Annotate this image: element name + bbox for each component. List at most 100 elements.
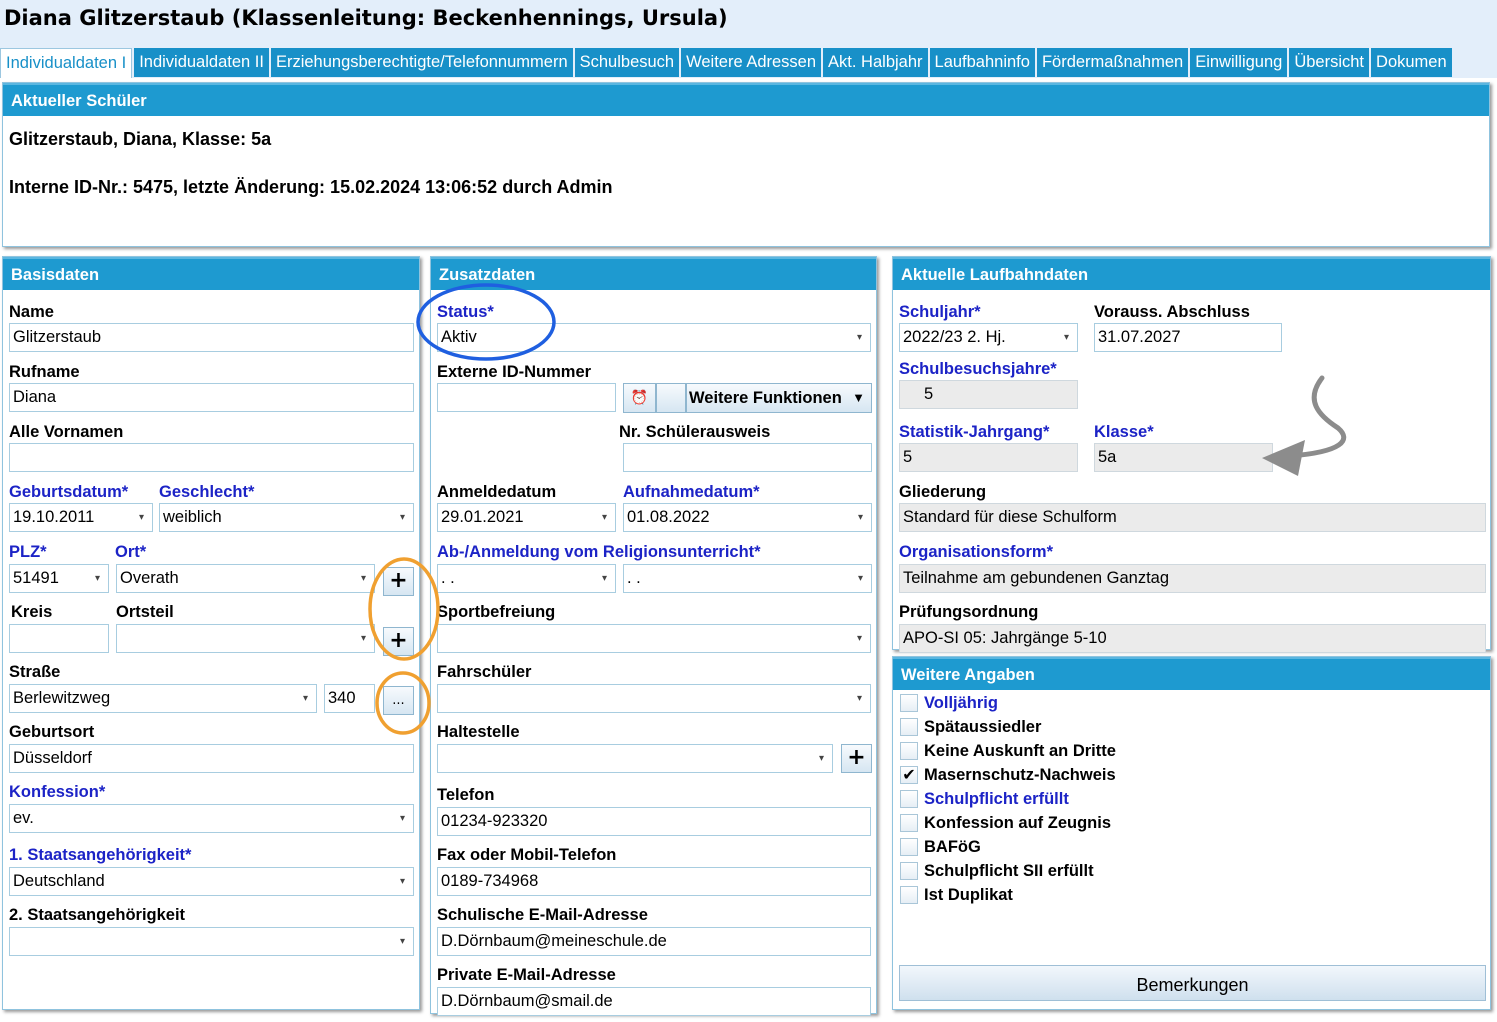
pruefungsordnung-label: Prüfungsordnung: [899, 603, 1039, 621]
staat2-select[interactable]: ▾: [9, 927, 414, 956]
chevron-down-icon[interactable]: ▾: [400, 504, 405, 531]
rufname-label: Rufname: [9, 363, 80, 381]
telefon-field[interactable]: 01234-923320: [437, 807, 871, 836]
schuljahr-select[interactable]: 2022/23 2. Hj. ▾: [899, 323, 1078, 352]
chevron-down-icon[interactable]: ▾: [857, 685, 862, 712]
spacer-button[interactable]: [656, 383, 686, 413]
strasse-select[interactable]: Berlewitzweg ▾: [9, 684, 317, 713]
kreis-field[interactable]: [9, 624, 109, 653]
schulmail-field[interactable]: D.Dörnbaum@meineschule.de: [437, 927, 871, 956]
status-value: Aktiv: [441, 328, 477, 346]
tab-einwilligung[interactable]: Einwilligung: [1190, 48, 1288, 77]
chevron-down-icon[interactable]: ▾: [139, 504, 144, 531]
add-ortsteil-button[interactable]: +: [383, 627, 414, 656]
address-more-button[interactable]: ...: [383, 686, 414, 715]
abschluss-field[interactable]: 31.07.2027: [1094, 323, 1282, 352]
plz-select[interactable]: 51491 ▾: [9, 564, 109, 593]
geschlecht-label: Geschlecht*: [159, 483, 255, 501]
ausweis-field[interactable]: [623, 443, 872, 472]
masernschutz-checkbox[interactable]: ✔: [900, 766, 918, 784]
duplikat-checkbox[interactable]: [900, 886, 918, 904]
geburtsdatum-picker[interactable]: 19.10.2011 ▾: [9, 503, 153, 532]
aufnahme-picker[interactable]: 01.08.2022 ▾: [623, 503, 872, 532]
tab-schulbesuch[interactable]: Schulbesuch: [574, 48, 680, 77]
tab-weitere-adressen[interactable]: Weitere Adressen: [681, 48, 822, 77]
geschlecht-select[interactable]: weiblich ▾: [159, 503, 414, 532]
chevron-down-icon[interactable]: ▾: [602, 565, 607, 592]
sport-label: Sportbefreiung: [437, 603, 556, 621]
panel-header: Zusatzdaten: [431, 257, 876, 290]
bemerkungen-button[interactable]: Bemerkungen: [899, 965, 1486, 1001]
rufname-field[interactable]: Diana: [9, 383, 414, 412]
chevron-down-icon[interactable]: ▾: [858, 565, 863, 592]
spaetaussiedler-checkbox[interactable]: [900, 718, 918, 736]
fax-label: Fax oder Mobil-Telefon: [437, 846, 617, 864]
konfession-zeugnis-checkbox[interactable]: [900, 814, 918, 832]
hausnr-field[interactable]: 340: [324, 684, 375, 713]
chevron-down-icon[interactable]: ▾: [361, 625, 366, 652]
ortsteil-select[interactable]: ▾: [116, 624, 375, 653]
tab-foerdermassnahmen[interactable]: Fördermaßnahmen: [1036, 48, 1189, 77]
status-select[interactable]: Aktiv ▾: [437, 323, 871, 352]
strasse-value: Berlewitzweg: [13, 689, 111, 707]
konfession-select[interactable]: ev. ▾: [9, 804, 414, 833]
chevron-down-icon[interactable]: ▾: [857, 625, 862, 652]
geschlecht-value: weiblich: [163, 508, 222, 526]
religion-abmeldung-picker[interactable]: . . ▾: [437, 564, 616, 593]
extid-label: Externe ID-Nummer: [437, 363, 592, 381]
haltestelle-select[interactable]: ▾: [437, 744, 833, 773]
keine-auskunft-checkbox[interactable]: [900, 742, 918, 760]
schulbesuchsjahre-label: Schulbesuchsjahre*: [899, 360, 1057, 378]
tab-individualdaten-2[interactable]: Individualdaten II: [134, 48, 269, 77]
current-student-panel: Aktueller Schüler Glitzerstaub, Diana, K…: [2, 82, 1490, 247]
volljaehrig-checkbox[interactable]: [900, 694, 918, 712]
staat1-select[interactable]: Deutschland ▾: [9, 867, 414, 896]
alarm-clock-icon[interactable]: ⏰: [623, 383, 656, 413]
schulpflicht-sii-checkbox[interactable]: [900, 862, 918, 880]
vornamen-field[interactable]: [9, 443, 414, 472]
chevron-down-icon[interactable]: ▾: [95, 565, 100, 592]
geburtsort-field[interactable]: Düsseldorf: [9, 744, 414, 773]
tab-dokumente[interactable]: Dokumen: [1371, 48, 1452, 77]
weitere-funktionen-label: Weitere Funktionen: [689, 389, 842, 407]
tab-laufbahninfo[interactable]: Laufbahninfo: [929, 48, 1035, 77]
schulpflicht-erfuellt-checkbox[interactable]: [900, 790, 918, 808]
bafoeg-checkbox[interactable]: [900, 838, 918, 856]
ort-select[interactable]: Overath ▾: [116, 564, 375, 593]
add-ort-button[interactable]: +: [383, 567, 414, 596]
tab-akt-halbjahr[interactable]: Akt. Halbjahr: [823, 48, 928, 77]
geburtsort-label: Geburtsort: [9, 723, 95, 741]
sport-select[interactable]: ▾: [437, 624, 871, 653]
tab-uebersicht[interactable]: Übersicht: [1289, 48, 1370, 77]
weitere-angaben-panel: Weitere Angaben Volljährig Spätaussiedle…: [892, 656, 1491, 1010]
chevron-down-icon[interactable]: ▾: [857, 324, 862, 351]
zusatzdaten-panel: Zusatzdaten Status* Aktiv ▾ Externe ID-Nu…: [430, 256, 877, 1016]
add-haltestelle-button[interactable]: +: [841, 744, 872, 773]
chevron-down-icon[interactable]: ▾: [400, 805, 405, 832]
fax-field[interactable]: 0189-734968: [437, 867, 871, 896]
chevron-down-icon[interactable]: ▾: [858, 504, 863, 531]
chevron-down-icon[interactable]: ▾: [819, 745, 824, 772]
religion-anmeldung-picker[interactable]: . . ▾: [623, 564, 872, 593]
weitere-funktionen-button[interactable]: Weitere Funktionen ▼: [686, 383, 872, 413]
tab-individualdaten-1[interactable]: Individualdaten I: [0, 48, 133, 78]
chevron-down-icon[interactable]: ▾: [400, 928, 405, 955]
privatmail-label: Private E-Mail-Adresse: [437, 966, 616, 984]
tab-erziehungsberechtigte[interactable]: Erziehungsberechtigte/Telefonnummern: [270, 48, 573, 77]
telefon-label: Telefon: [437, 786, 495, 804]
chevron-down-icon[interactable]: ▾: [361, 565, 366, 592]
chevron-down-icon[interactable]: ▾: [303, 685, 308, 712]
chevron-down-icon[interactable]: ▾: [602, 504, 607, 531]
chevron-down-icon[interactable]: ▾: [400, 868, 405, 895]
religion-an-value: . .: [627, 569, 641, 587]
extid-field[interactable]: [437, 383, 616, 412]
anmelde-value: 29.01.2021: [441, 508, 524, 526]
plz-label: PLZ*: [9, 543, 47, 561]
fahrschueler-select[interactable]: ▾: [437, 684, 871, 713]
privatmail-field[interactable]: D.Dörnbaum@smail.de: [437, 987, 871, 1016]
chevron-down-icon[interactable]: ▾: [1064, 324, 1069, 351]
vornamen-label: Alle Vornamen: [9, 423, 124, 441]
anmelde-picker[interactable]: 29.01.2021 ▾: [437, 503, 616, 532]
name-field[interactable]: Glitzerstaub: [9, 323, 414, 352]
pruefungsordnung-field: APO-SI 05: Jahrgänge 5-10: [899, 624, 1486, 653]
